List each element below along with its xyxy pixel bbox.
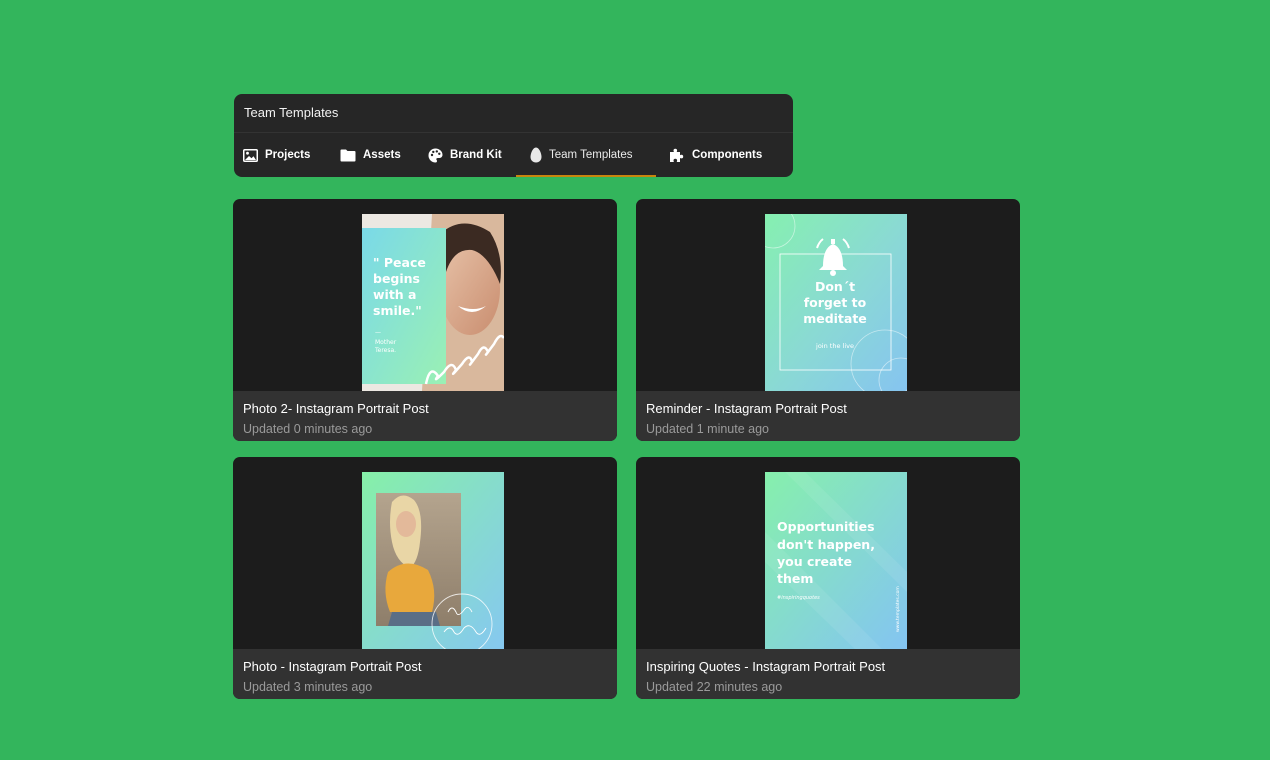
thumb-text-line: Opportunities [777,519,875,534]
tab-label: Projects [265,149,311,161]
thumb-text-line: forget to [804,295,867,310]
thumb-quote-line: smile." [373,303,422,318]
panel-title: Team Templates [244,105,339,120]
thumb-dash: — [375,329,381,336]
thumb-text-line: you create [777,554,852,569]
folder-icon [340,149,356,162]
template-card[interactable]: Opportunities don't happen, you create t… [636,457,1020,699]
puzzle-icon [669,148,685,163]
thumb-tag: #inspiringquotes [777,595,820,601]
card-footer: Photo 2- Instagram Portrait Post Updated… [233,391,617,441]
template-thumbnail[interactable]: " Peace begins with a smile." — Mother T… [362,214,504,391]
thumb-text-line: don't happen, [777,537,875,552]
thumb-side-text: www.templates.com [895,586,901,632]
egg-icon [530,147,542,163]
template-name: Reminder - Instagram Portrait Post [646,401,847,416]
thumb-author-line: Mother [375,339,397,346]
tab-brand-kit[interactable]: Brand Kit [428,133,502,177]
card-footer: Inspiring Quotes - Instagram Portrait Po… [636,649,1020,699]
card-footer: Reminder - Instagram Portrait Post Updat… [636,391,1020,441]
template-thumbnail[interactable] [362,472,504,649]
card-footer: Photo - Instagram Portrait Post Updated … [233,649,617,699]
tab-label: Components [692,149,763,161]
tab-label: Brand Kit [450,149,502,161]
tab-label: Team Templates [549,149,633,161]
template-thumbnail[interactable]: Don´t forget to meditate join the live [765,214,907,391]
template-card[interactable]: " Peace begins with a smile." — Mother T… [233,199,617,441]
template-name: Photo 2- Instagram Portrait Post [243,401,429,416]
tab-components[interactable]: Components [669,133,762,177]
template-thumbnail[interactable]: Opportunities don't happen, you create t… [765,472,907,649]
tab-bar: Projects Assets Brand Kit Team Templates… [234,133,793,177]
thumb-text-line: them [777,571,813,586]
thumb-text-line: Don´t [815,279,855,294]
tab-assets[interactable]: Assets [340,133,401,177]
thumb-quote-line: begins [373,271,420,286]
template-updated: Updated 3 minutes ago [243,680,373,694]
thumb-subtext: join the live [815,342,854,350]
tab-label: Assets [363,149,401,161]
thumb-quote-line: " Peace [373,255,426,270]
thumb-quote-line: with a [373,287,417,302]
template-card[interactable]: Don´t forget to meditate join the live R… [636,199,1020,441]
template-updated: Updated 1 minute ago [646,422,770,436]
active-tab-indicator [516,175,656,177]
template-updated: Updated 22 minutes ago [646,680,783,694]
thumb-author-line: Teresa. [374,347,396,354]
palette-icon [428,148,443,163]
tab-projects[interactable]: Projects [243,133,310,177]
team-templates-panel: Team Templates Projects Assets Brand Kit… [234,94,793,177]
image-icon [243,148,258,162]
template-name: Photo - Instagram Portrait Post [243,659,422,674]
tab-team-templates[interactable]: Team Templates [530,133,633,177]
thumb-text-line: meditate [803,311,867,326]
template-updated: Updated 0 minutes ago [243,422,373,436]
template-card[interactable]: Photo - Instagram Portrait Post Updated … [233,457,617,699]
template-name: Inspiring Quotes - Instagram Portrait Po… [646,659,886,674]
